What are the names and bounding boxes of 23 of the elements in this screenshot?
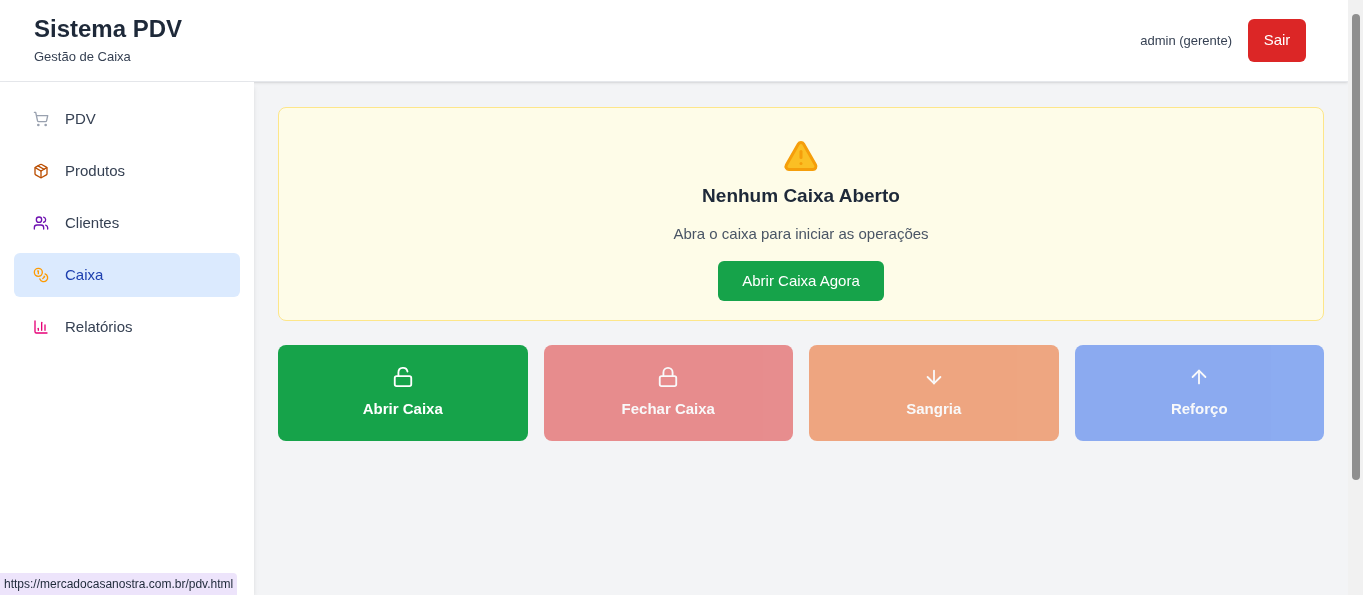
scrollbar[interactable] — [1348, 0, 1363, 595]
sidebar-item[interactable]: Caixa — [14, 253, 240, 297]
status-url: https://mercadocasanostra.com.br/pdv.html — [0, 573, 238, 595]
package-icon — [33, 163, 49, 179]
sidebar-item[interactable]: Produtos — [14, 149, 240, 193]
alert-title: Nenhum Caixa Aberto — [702, 184, 900, 208]
alert-message: Abra o caixa para iniciar as operações — [673, 223, 929, 244]
unlock-icon — [391, 365, 414, 388]
sidebar-item[interactable]: Clientes — [14, 201, 240, 245]
user-label: admin (gerente) — [1140, 31, 1232, 50]
coins-icon — [33, 267, 49, 283]
warning-icon — [783, 138, 819, 174]
lock-icon — [657, 365, 680, 388]
action-button[interactable]: Abrir Caixa — [278, 345, 528, 441]
sidebar-item[interactable]: Relatórios — [14, 305, 240, 349]
app-title: Sistema PDV — [34, 14, 183, 43]
open-register-button[interactable]: Abrir Caixa Agora — [718, 261, 884, 301]
users-icon — [33, 215, 49, 231]
bar-chart-icon — [33, 319, 49, 335]
sidebar-item[interactable]: PDV — [14, 97, 240, 141]
app-subtitle: Gestão de Caixa — [34, 47, 132, 66]
cart-icon — [33, 111, 49, 127]
logout-button[interactable]: Sair — [1248, 19, 1306, 62]
